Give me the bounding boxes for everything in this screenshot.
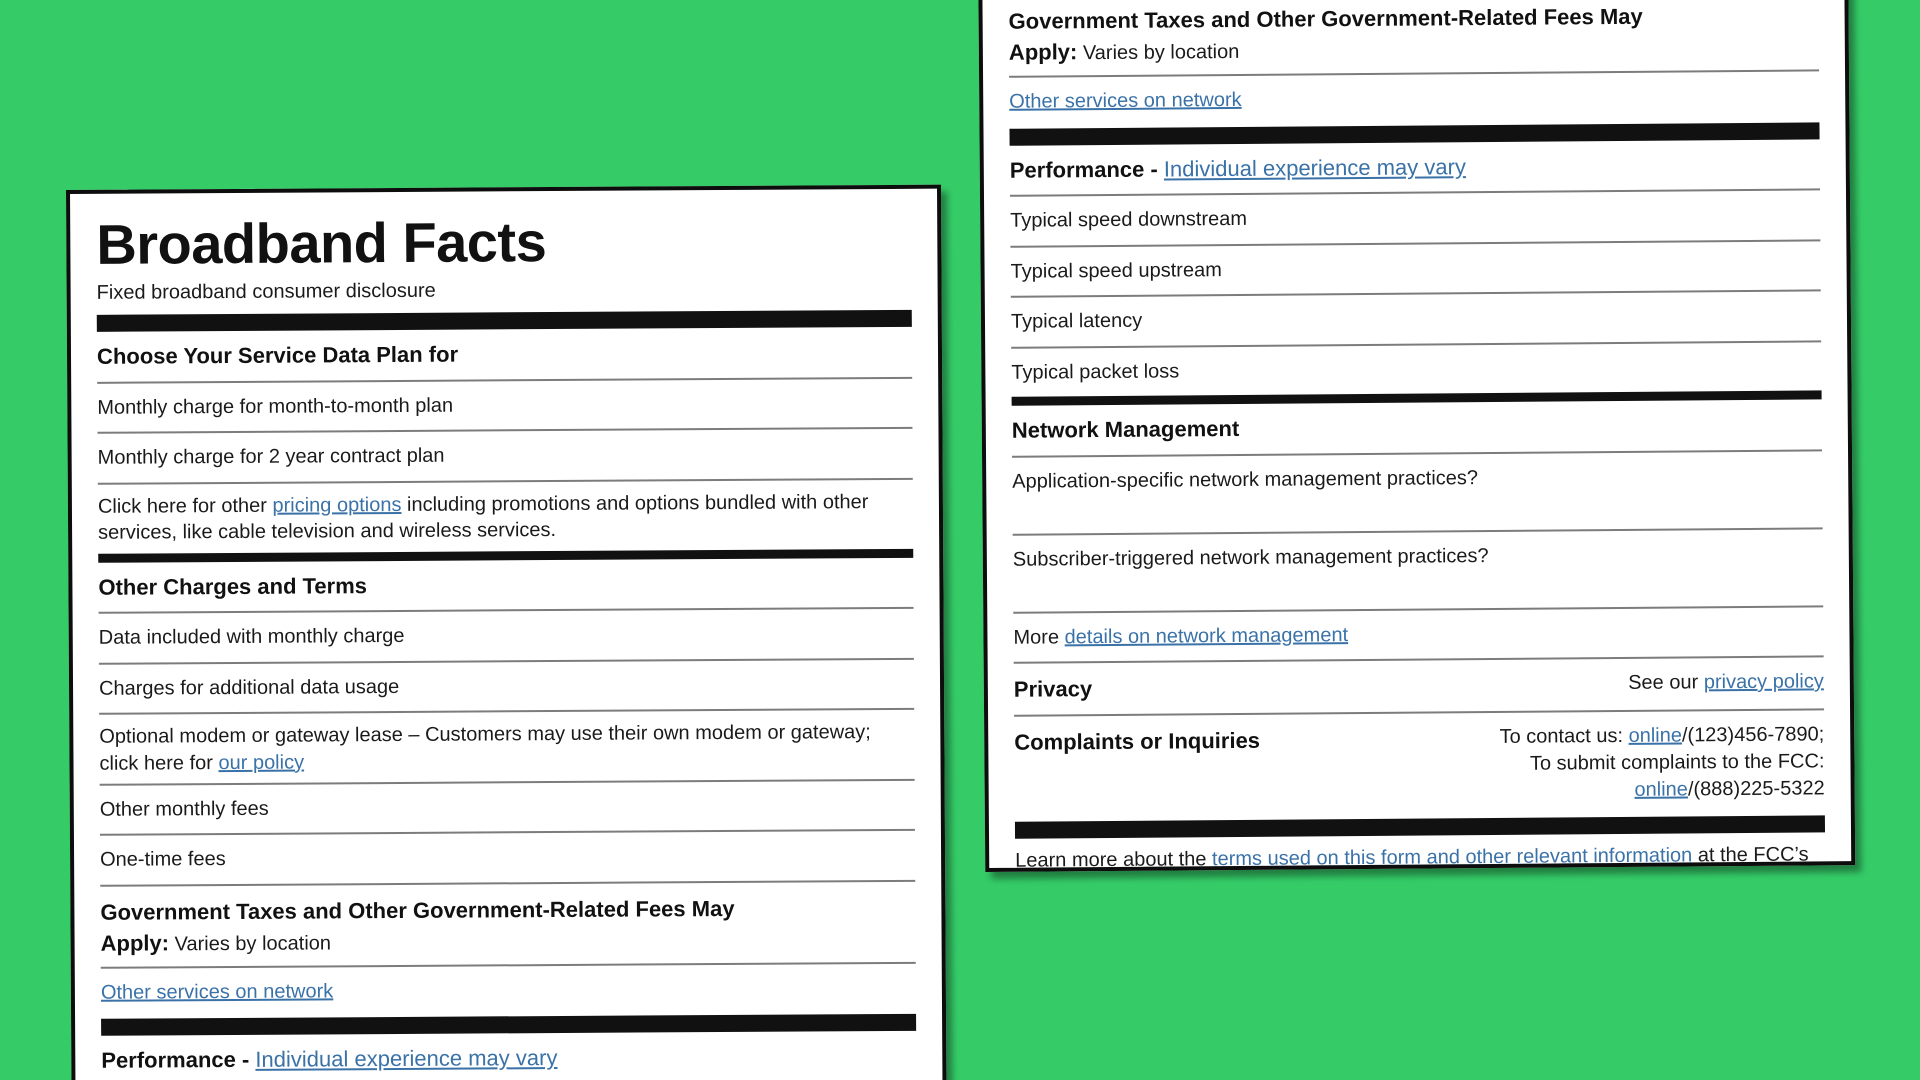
page-background: Broadband Facts Fixed broadband consumer… [0, 0, 1920, 1080]
row-more-network-management: More details on network management [1013, 605, 1824, 662]
row-pricing-options-note: Click here for other pricing options inc… [97, 477, 914, 554]
row-label: Typical latency [1010, 309, 1143, 333]
row-label: Typical packet loss [1011, 359, 1180, 384]
row-one-time-fees: One-time fees [99, 829, 916, 885]
government-apply-value: Varies by location [1082, 41, 1240, 65]
complaints-value: To contact us: online/(123)456-7890; To … [1499, 722, 1824, 806]
more-prefix: More [1013, 626, 1065, 649]
row-typical-latency: Typical latency [1010, 289, 1822, 347]
row-typical-speed-upstream-right: Typical speed upstream [1010, 239, 1821, 296]
section-heading-performance-right: Performance - Individual experience may … [1010, 139, 1820, 195]
footer-prefix: Learn more about the [1015, 848, 1213, 872]
complaints-line-2: To submit complaints to the FCC: [1529, 750, 1825, 775]
page-subtitle: Fixed broadband consumer disclosure [96, 279, 436, 305]
government-apply-label: Apply: [1008, 39, 1078, 65]
row-label: One-time fees [100, 848, 226, 872]
government-apply-label: Apply: [100, 929, 170, 956]
government-apply-line: Apply: Varies by location [101, 925, 916, 966]
individual-experience-link[interactable]: Individual experience may vary [255, 1045, 557, 1072]
row-other-services-on-network-right: Other services on network [1009, 69, 1820, 127]
pricing-note-prefix: Click here for other [97, 494, 273, 518]
pricing-options-link[interactable]: pricing options [272, 494, 401, 517]
footer-note: Learn more about the terms used on this … [1015, 833, 1825, 872]
row-privacy: Privacy See our privacy policy [1013, 655, 1825, 715]
row-data-included: Data included with monthly charge [98, 607, 914, 663]
contact-online-link[interactable]: online [1628, 725, 1682, 747]
row-monthly-charge-month-to-month: Monthly charge for month-to-month plan [97, 376, 913, 433]
section-heading-government-fees: Government Taxes and Other Government-Re… [100, 879, 916, 931]
details-on-network-management-link[interactable]: details on network management [1065, 624, 1349, 648]
performance-label: Performance - [101, 1046, 256, 1073]
fcc-online-link[interactable]: online [1634, 779, 1688, 801]
row-application-specific-practices: Application-specific network management … [1012, 449, 1823, 534]
row-complaints-or-inquiries: Complaints or Inquiries To contact us: o… [1014, 708, 1825, 820]
privacy-value-prefix: See our [1628, 671, 1699, 695]
fcc-phone: /(888)225-5322 [1687, 777, 1825, 801]
row-label: Typical speed downstream [1010, 208, 1248, 233]
other-services-on-network-link[interactable]: Other services on network [1009, 89, 1241, 113]
section-heading-network-management: Network Management [1011, 415, 1240, 443]
section-heading-plan: Choose Your Service Data Plan for [96, 341, 459, 370]
complaints-label: Complaints or Inquiries [1014, 727, 1261, 755]
row-other-services-on-network: Other services on network [100, 961, 917, 1017]
section-heading-performance: Performance - Individual experience may … [101, 1031, 916, 1080]
broadband-facts-card-right: One-time fees Government Taxes and Other… [978, 0, 1856, 872]
modem-note-prefix: Optional modem or gateway lease – Custom… [99, 721, 871, 775]
row-other-monthly-fees: Other monthly fees [99, 778, 915, 835]
row-label: Other monthly fees [99, 797, 269, 821]
row-typical-speed-downstream-right: Typical speed downstream [1009, 188, 1821, 246]
terms-used-link[interactable]: terms used on this form and other releva… [1212, 845, 1692, 871]
broadband-facts-card-left: Broadband Facts Fixed broadband consumer… [66, 184, 947, 1080]
row-label: Charges for additional data usage [98, 675, 400, 700]
performance-label: Performance - [1009, 156, 1164, 183]
our-policy-link[interactable]: our policy [218, 751, 304, 774]
section-heading-other-charges: Other Charges and Terms [98, 572, 368, 600]
row-modem-gateway-lease: Optional modem or gateway lease – Custom… [99, 708, 915, 784]
row-monthly-charge-2-year: Monthly charge for 2 year contract plan [97, 427, 913, 483]
contact-prefix: To contact us: [1499, 725, 1629, 749]
privacy-value: See our privacy policy [1628, 668, 1824, 697]
privacy-policy-link[interactable]: privacy policy [1704, 670, 1824, 693]
row-label: Monthly charge for 2 year contract plan [97, 445, 445, 470]
row-label: Data included with monthly charge [98, 625, 405, 650]
privacy-label: Privacy [1013, 676, 1093, 702]
row-label: Monthly charge for month-to-month plan [97, 394, 454, 419]
row-typical-packet-loss: Typical packet loss [1011, 339, 1822, 397]
other-services-on-network-link[interactable]: Other services on network [101, 980, 333, 1003]
complaints-line-1: To contact us: online/(123)456-7890; [1499, 724, 1824, 749]
contact-phone: /(123)456-7890; [1681, 723, 1825, 747]
complaints-line-3: online/(888)225-5322 [1634, 778, 1824, 801]
row-additional-data-charges: Charges for additional data usage [98, 657, 915, 714]
government-apply-value: Varies by location [174, 931, 332, 955]
row-label: Typical speed upstream [1010, 258, 1222, 283]
row-label: Subscriber-triggered network management … [1012, 544, 1489, 571]
row-label: Application-specific network management … [1012, 466, 1479, 493]
individual-experience-link[interactable]: Individual experience may vary [1164, 154, 1466, 181]
row-subscriber-triggered-practices: Subscriber-triggered network management … [1012, 527, 1824, 612]
page-title: Broadband Facts [96, 210, 547, 276]
